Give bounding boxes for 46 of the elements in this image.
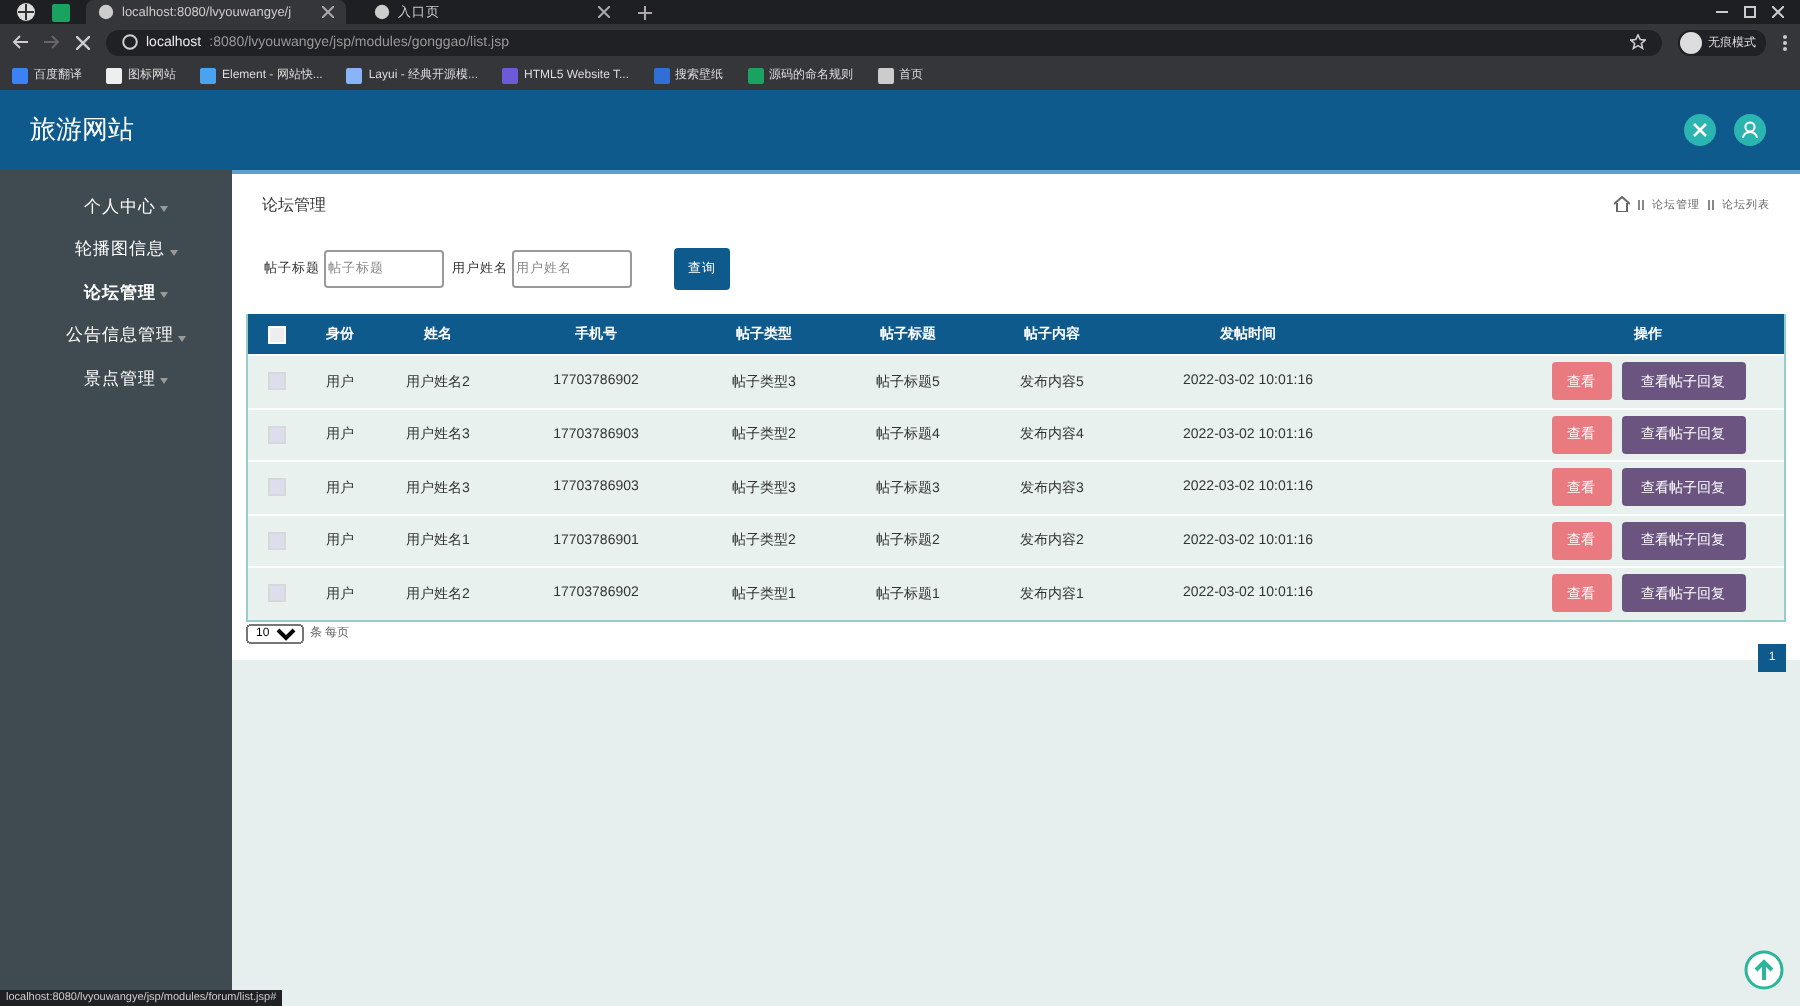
close-icon[interactable] (598, 6, 610, 18)
row-checkbox[interactable] (267, 584, 285, 603)
site-title: 旅游网站 (30, 112, 134, 148)
row-checkbox[interactable] (267, 531, 285, 550)
bookmark-icon (200, 67, 216, 83)
select-all-checkbox[interactable] (267, 325, 285, 343)
sidebar-item[interactable]: 轮播图信息 (55, 229, 177, 272)
sidebar-item[interactable]: 公告信息管理 (46, 315, 186, 358)
info-icon (122, 34, 138, 50)
close-icon[interactable] (1772, 6, 1784, 18)
scroll-top-icon[interactable] (1744, 950, 1784, 990)
sidebar-item[interactable]: 个人中心 (64, 186, 168, 229)
avatar-icon (1680, 31, 1702, 53)
bookmark-icon (747, 67, 763, 83)
caret-icon (178, 335, 186, 342)
home-icon[interactable] (1614, 196, 1630, 212)
bookmark-icon (502, 67, 519, 83)
sidebar-item[interactable]: 景点管理 (64, 358, 168, 401)
bookmark-icon (106, 67, 122, 83)
sidebar-item[interactable]: 论坛管理 (64, 272, 168, 315)
restore-icon[interactable] (1744, 6, 1756, 18)
star-icon[interactable] (1630, 34, 1646, 50)
plus-icon[interactable] (638, 5, 652, 19)
globe-icon (98, 4, 114, 20)
caret-icon (160, 292, 168, 299)
separator-icon (1638, 199, 1644, 209)
page-title: 论坛管理 (262, 193, 326, 215)
bookmark-icon (12, 67, 28, 83)
bookmark-icon (653, 67, 669, 83)
back-arrow-icon[interactable] (12, 34, 28, 50)
more-icon[interactable] (1782, 33, 1788, 51)
stop-icon[interactable] (76, 35, 90, 49)
row-checkbox[interactable] (267, 425, 285, 444)
close-icon[interactable] (322, 6, 334, 18)
user-icon[interactable] (1734, 114, 1766, 146)
sheet-icon (52, 3, 70, 21)
row-checkbox[interactable] (267, 478, 285, 497)
caret-icon (160, 206, 168, 213)
bookmark-icon (877, 67, 893, 83)
minimize-icon[interactable] (1716, 6, 1728, 18)
row-checkbox[interactable] (267, 372, 285, 391)
caret-icon (160, 378, 168, 385)
globe-icon (374, 4, 390, 20)
caret-icon (169, 249, 177, 256)
separator-icon (1708, 199, 1714, 209)
bookmark-icon (346, 67, 363, 83)
